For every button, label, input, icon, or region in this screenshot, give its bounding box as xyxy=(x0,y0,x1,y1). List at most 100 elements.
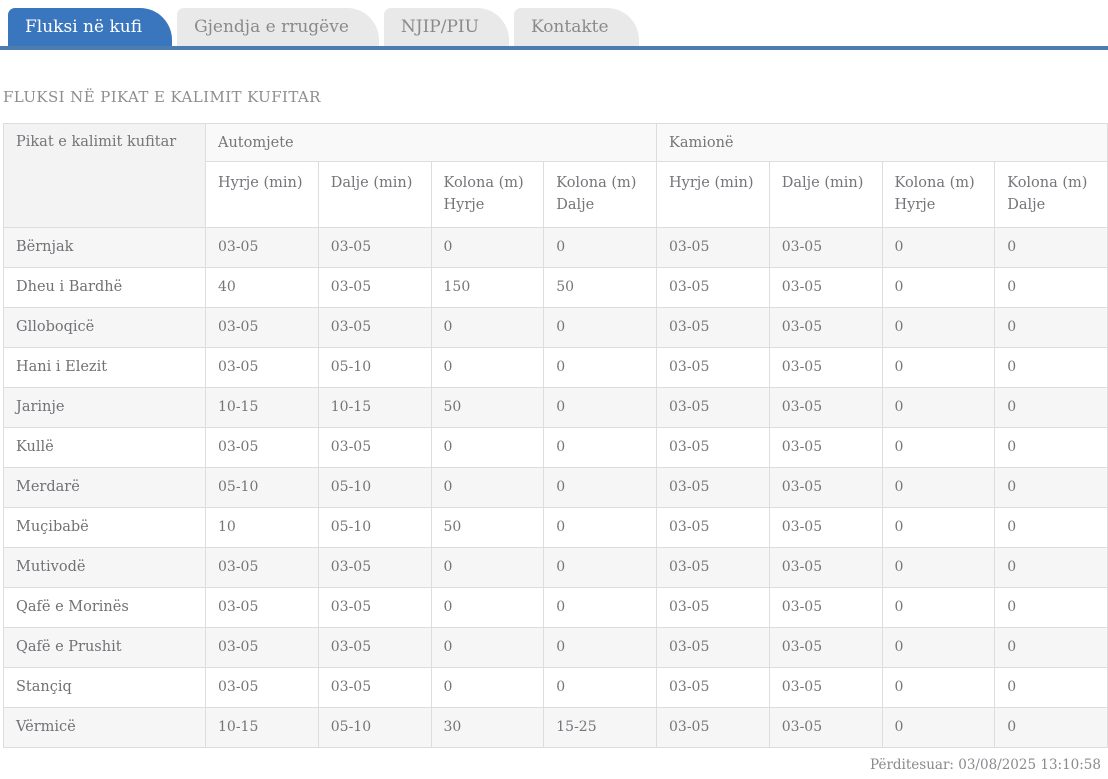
value-cell: 03-05 xyxy=(205,226,319,268)
subheader-kamione-kolona-dalje: Kolona (m) Dalje xyxy=(994,161,1108,228)
value-cell: 0 xyxy=(430,546,545,588)
value-cell: 03-05 xyxy=(768,706,883,748)
crossing-name-cell: Stançiq xyxy=(3,666,206,708)
value-cell: 0 xyxy=(881,346,996,388)
value-cell: 03-05 xyxy=(768,346,883,388)
value-cell: 0 xyxy=(994,626,1108,668)
value-cell: 0 xyxy=(430,466,545,508)
value-cell: 40 xyxy=(205,266,319,308)
value-cell: 03-05 xyxy=(656,706,770,748)
value-cell: 0 xyxy=(881,586,996,628)
value-cell: 0 xyxy=(543,506,657,548)
tab-fluksi-ne-kufi[interactable]: Fluksi në kufi xyxy=(8,8,173,46)
page-title: FLUKSI NË PIKAT E KALIMIT KUFITAR xyxy=(3,88,321,106)
value-cell: 03-05 xyxy=(205,626,319,668)
value-cell: 03-05 xyxy=(656,426,770,468)
value-cell: 0 xyxy=(994,506,1108,548)
table-row: Hani i Elezit 03-05 05-10 0 0 03-05 03-0… xyxy=(3,346,1108,388)
crossing-name-cell: Glloboqicë xyxy=(3,306,206,348)
table-row: Qafë e Prushit 03-05 03-05 0 0 03-05 03-… xyxy=(3,626,1108,668)
value-cell: 03-05 xyxy=(768,546,883,588)
value-cell: 03-05 xyxy=(768,586,883,628)
value-cell: 0 xyxy=(994,546,1108,588)
group-header-automjete: Automjete xyxy=(205,123,657,162)
crossing-name-cell: Merdarë xyxy=(3,466,206,508)
value-cell: 0 xyxy=(430,346,545,388)
value-cell: 0 xyxy=(994,666,1108,708)
table-header: Pikat e kalimit kufitar Automjete Kamion… xyxy=(3,123,1108,228)
tab-kontakte[interactable]: Kontakte xyxy=(513,8,639,46)
tab-gjendja-e-rrugeve[interactable]: Gjendja e rrugëve xyxy=(177,8,379,46)
value-cell: 03-05 xyxy=(656,346,770,388)
value-cell: 03-05 xyxy=(656,506,770,548)
table-row: Dheu i Bardhë 40 03-05 150 50 03-05 03-0… xyxy=(3,266,1108,308)
subheader-automjete-dalje: Dalje (min) xyxy=(317,161,432,228)
table-row: Merdarë 05-10 05-10 0 0 03-05 03-05 0 0 xyxy=(3,466,1108,508)
value-cell: 03-05 xyxy=(768,666,883,708)
value-cell: 0 xyxy=(881,506,996,548)
crossing-name-cell: Mutivodë xyxy=(3,546,206,588)
value-cell: 03-05 xyxy=(205,546,319,588)
value-cell: 0 xyxy=(881,386,996,428)
value-cell: 03-05 xyxy=(317,426,432,468)
table-row: Kullë 03-05 03-05 0 0 03-05 03-05 0 0 xyxy=(3,426,1108,468)
tab-njip-piu[interactable]: NJIP/PIU xyxy=(383,8,509,46)
value-cell: 0 xyxy=(881,666,996,708)
crossing-name-cell: Hani i Elezit xyxy=(3,346,206,388)
value-cell: 03-05 xyxy=(656,466,770,508)
value-cell: 0 xyxy=(881,226,996,268)
crossing-name-cell: Vërmicë xyxy=(3,706,206,748)
value-cell: 03-05 xyxy=(656,386,770,428)
value-cell: 05-10 xyxy=(317,346,432,388)
value-cell: 0 xyxy=(543,586,657,628)
table-row: Bërnjak 03-05 03-05 0 0 03-05 03-05 0 0 xyxy=(3,226,1108,268)
value-cell: 03-05 xyxy=(205,586,319,628)
value-cell: 03-05 xyxy=(656,266,770,308)
subheader-automjete-kolona-hyrje: Kolona (m) Hyrje xyxy=(430,161,545,228)
table-row: Mutivodë 03-05 03-05 0 0 03-05 03-05 0 0 xyxy=(3,546,1108,588)
subheader-automjete-kolona-dalje: Kolona (m) Dalje xyxy=(543,161,657,228)
table-row: Muçibabë 10 05-10 50 0 03-05 03-05 0 0 xyxy=(3,506,1108,548)
crossing-name-cell: Qafë e Prushit xyxy=(3,626,206,668)
value-cell: 10-15 xyxy=(317,386,432,428)
value-cell: 03-05 xyxy=(205,306,319,348)
value-cell: 0 xyxy=(994,386,1108,428)
value-cell: 0 xyxy=(994,306,1108,348)
value-cell: 50 xyxy=(430,506,545,548)
value-cell: 15-25 xyxy=(543,706,657,748)
value-cell: 0 xyxy=(881,306,996,348)
value-cell: 03-05 xyxy=(656,226,770,268)
value-cell: 0 xyxy=(543,306,657,348)
value-cell: 0 xyxy=(881,426,996,468)
value-cell: 03-05 xyxy=(317,546,432,588)
value-cell: 0 xyxy=(543,546,657,588)
value-cell: 50 xyxy=(430,386,545,428)
value-cell: 03-05 xyxy=(768,266,883,308)
value-cell: 03-05 xyxy=(768,626,883,668)
value-cell: 03-05 xyxy=(317,226,432,268)
value-cell: 0 xyxy=(881,626,996,668)
value-cell: 150 xyxy=(430,266,545,308)
value-cell: 10-15 xyxy=(205,386,319,428)
table-row: Glloboqicë 03-05 03-05 0 0 03-05 03-05 0… xyxy=(3,306,1108,348)
value-cell: 03-05 xyxy=(317,626,432,668)
value-cell: 0 xyxy=(994,706,1108,748)
table-row: Vërmicë 10-15 05-10 30 15-25 03-05 03-05… xyxy=(3,706,1108,748)
group-header-kamione: Kamionë xyxy=(656,123,1108,162)
value-cell: 0 xyxy=(543,346,657,388)
value-cell: 03-05 xyxy=(317,266,432,308)
value-cell: 0 xyxy=(881,706,996,748)
subheader-kamione-hyrje: Hyrje (min) xyxy=(656,161,770,228)
value-cell: 0 xyxy=(543,386,657,428)
value-cell: 0 xyxy=(543,426,657,468)
value-cell: 0 xyxy=(430,426,545,468)
crossing-name-cell: Qafë e Morinës xyxy=(3,586,206,628)
value-cell: 05-10 xyxy=(205,466,319,508)
value-cell: 0 xyxy=(430,626,545,668)
value-cell: 0 xyxy=(543,226,657,268)
value-cell: 03-05 xyxy=(205,346,319,388)
value-cell: 05-10 xyxy=(317,706,432,748)
value-cell: 03-05 xyxy=(768,226,883,268)
subheader-kamione-kolona-hyrje: Kolona (m) Hyrje xyxy=(881,161,996,228)
subheader-kamione-dalje: Dalje (min) xyxy=(768,161,883,228)
